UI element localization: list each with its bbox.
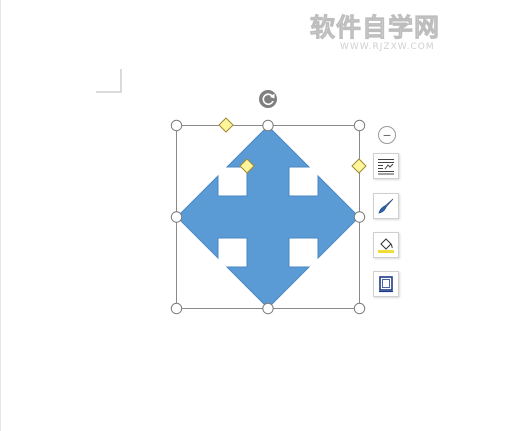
- quad-arrow-shape[interactable]: [176, 125, 360, 309]
- resize-handle-top[interactable]: [262, 119, 274, 132]
- brush-icon: [378, 198, 394, 214]
- text-wrap-icon: [378, 159, 394, 175]
- drawing-canvas: [170, 90, 367, 315]
- shape-styles-button[interactable]: [373, 193, 399, 219]
- adjust-handle-arrowhead-width[interactable]: [218, 117, 234, 133]
- fill-bucket-icon: [378, 238, 394, 253]
- shape-fill-button[interactable]: [373, 232, 399, 258]
- layout-options-button[interactable]: [373, 153, 399, 179]
- resize-handle-right[interactable]: [353, 211, 366, 223]
- resize-handle-bottom-right[interactable]: [353, 302, 366, 315]
- resize-handle-top-right[interactable]: [353, 119, 366, 132]
- minus-icon: −: [382, 127, 392, 143]
- resize-handle-left[interactable]: [170, 211, 183, 223]
- adjust-handle-arrowhead-length[interactable]: [351, 158, 367, 174]
- resize-handle-bottom[interactable]: [262, 302, 274, 315]
- shape-outline-button[interactable]: [373, 271, 399, 297]
- resize-handle-bottom-left[interactable]: [170, 302, 183, 315]
- outline-icon: [379, 276, 393, 293]
- resize-handle-top-left[interactable]: [170, 119, 183, 132]
- rotate-handle[interactable]: [259, 90, 277, 108]
- collapse-toolbar-button[interactable]: −: [378, 126, 396, 144]
